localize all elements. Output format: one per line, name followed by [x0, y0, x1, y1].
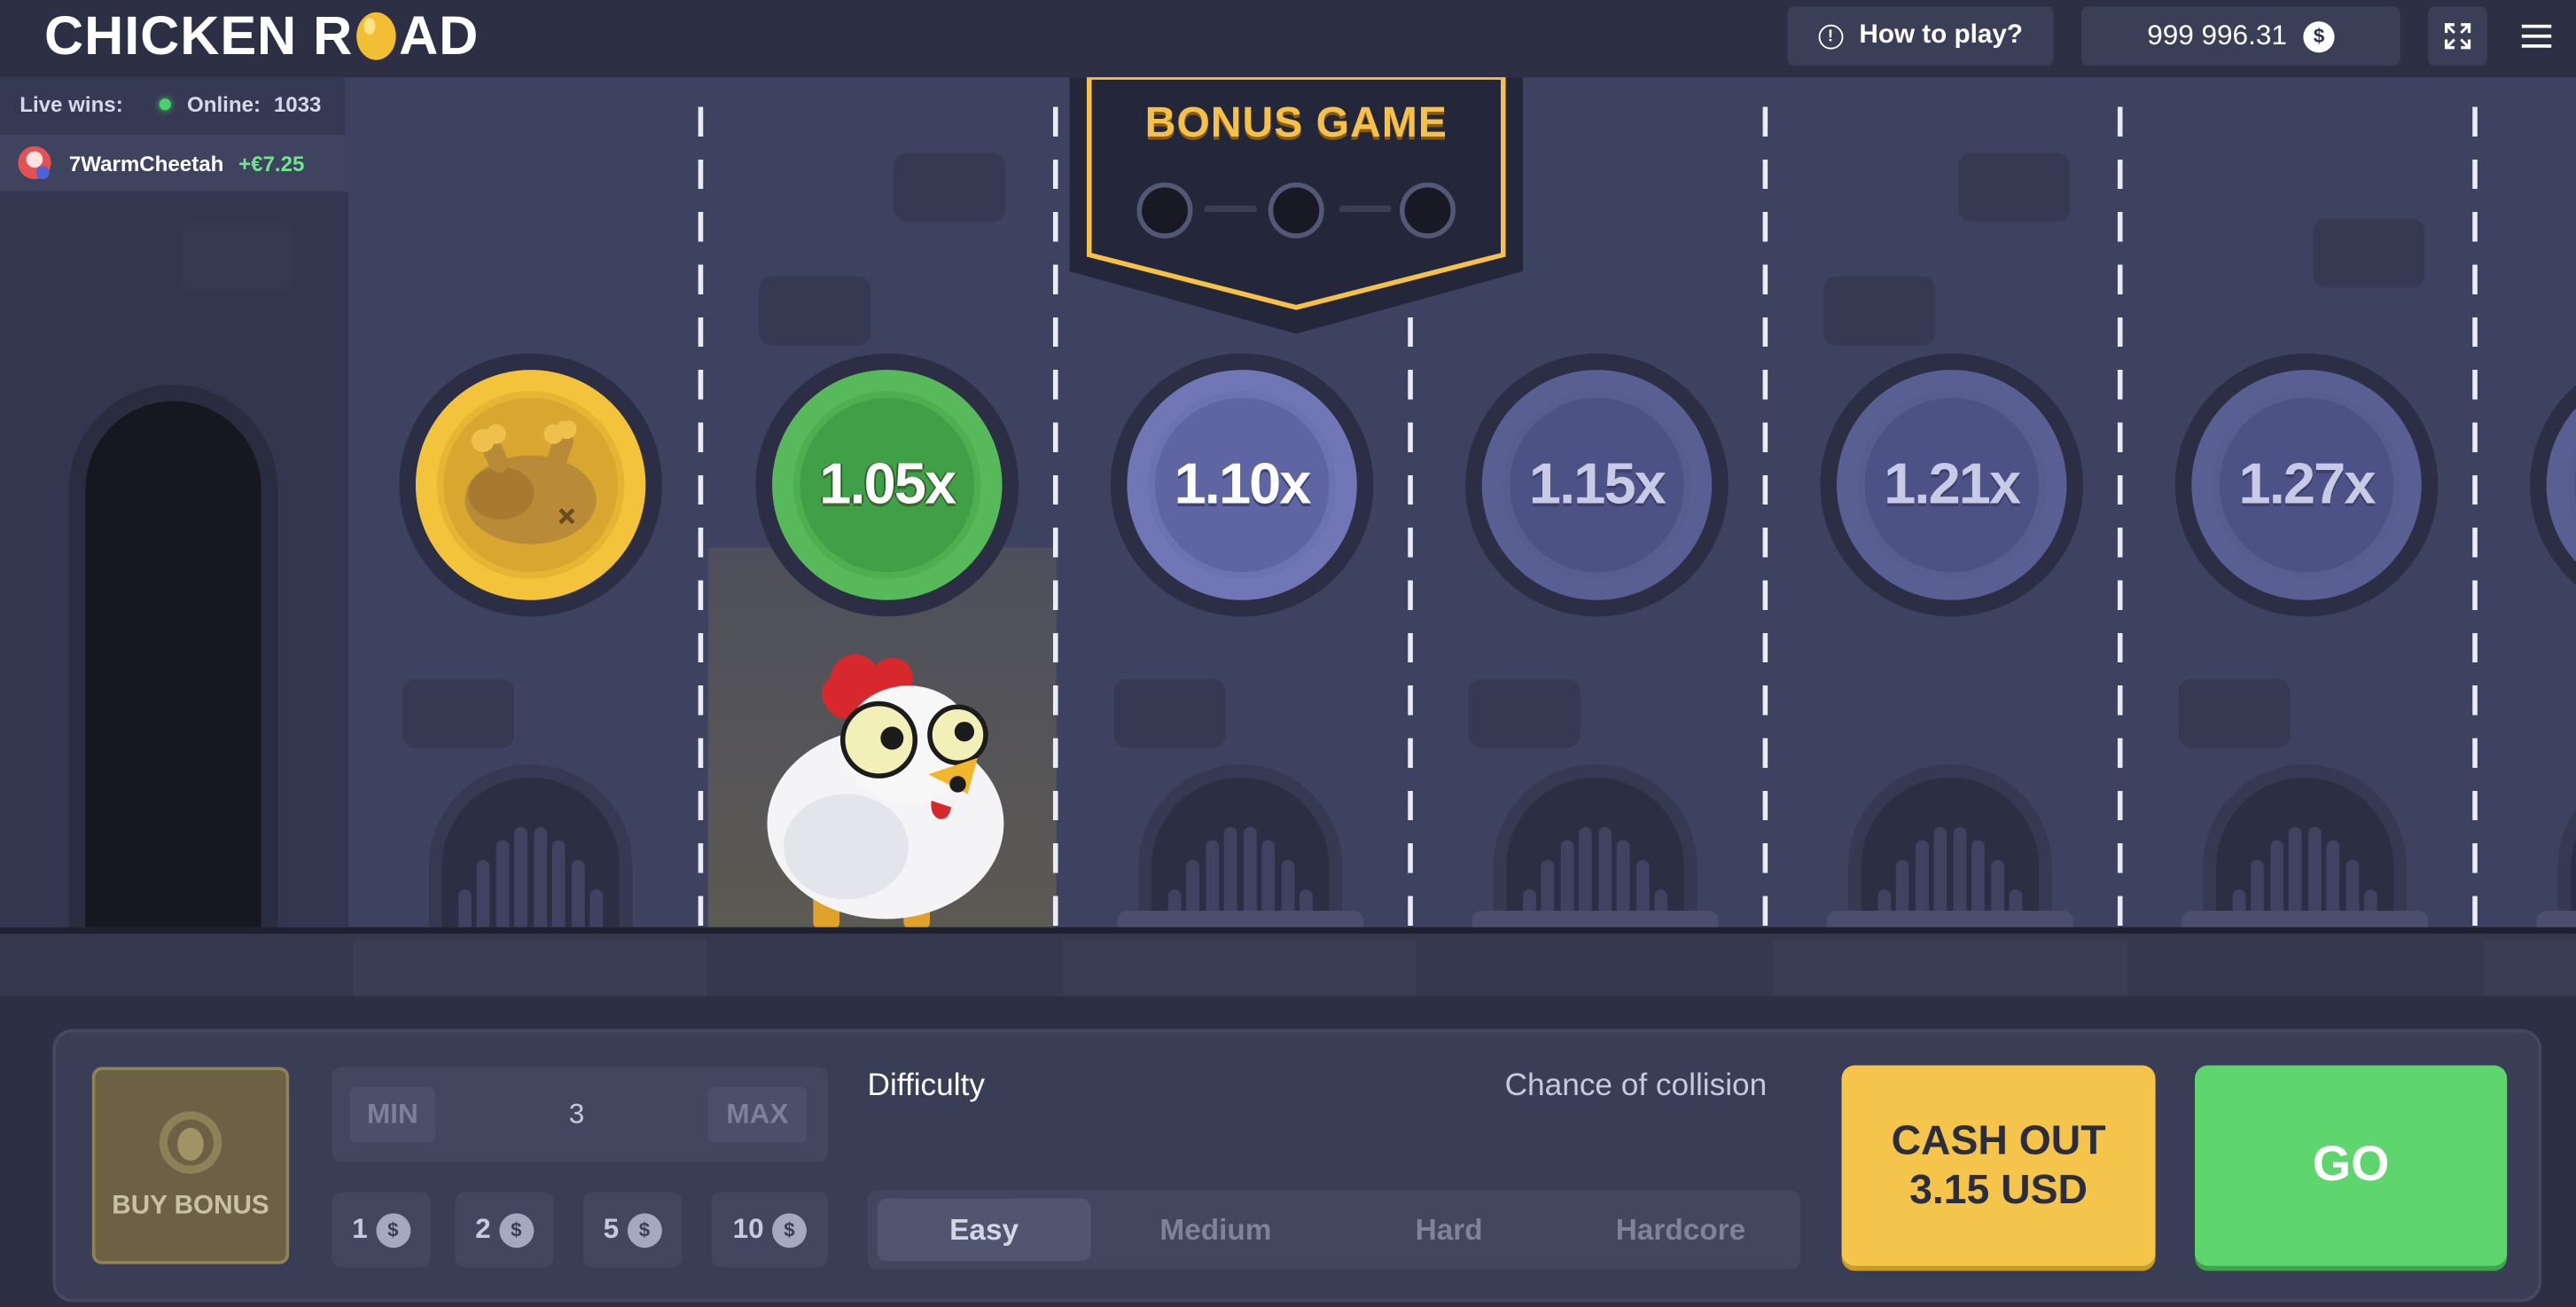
multiplier-coin: 1.21x [1820, 353, 2083, 617]
lane-divider [2117, 106, 2123, 933]
difficulty-title: Difficulty [867, 1068, 985, 1104]
collected-coin [399, 353, 662, 617]
lane-divider [1762, 106, 1768, 933]
sewer-drain [428, 764, 633, 946]
bet-amount-input[interactable]: 3 [447, 1087, 706, 1143]
lane-divider [698, 106, 704, 933]
logo-text-start: CHICKEN R [44, 4, 354, 67]
wall-brick [1958, 153, 2071, 223]
roast-chicken-icon [464, 420, 597, 544]
lane-divider [1052, 106, 1058, 933]
quick-bet-2-button[interactable]: 2 $ [455, 1192, 554, 1268]
multiplier-coin-next[interactable]: 1.10x [1110, 353, 1374, 617]
bonus-coin-icon [159, 1111, 222, 1174]
dollar-coin-icon: $ [498, 1212, 534, 1248]
menu-button[interactable] [2510, 10, 2563, 62]
live-win-item: 7WarmCheetah +€7.25 [0, 135, 346, 192]
buy-bonus-button[interactable]: BUY BONUS [91, 1067, 290, 1264]
wall-brick [1468, 678, 1581, 748]
expand-icon [2444, 23, 2471, 50]
multiplier-value: 1.27x [2238, 451, 2377, 517]
multiplier-coin: 1.15x [1465, 353, 1729, 617]
bet-controls: BUY BONUS MIN 3 MAX 1 $ 2 $ 5 $ 10 $ Dif… [52, 1029, 2542, 1303]
difficulty-hard-tab[interactable]: Hard [1342, 1199, 1556, 1261]
quick-bet-1-button[interactable]: 1 $ [332, 1192, 431, 1268]
cash-out-label: CASH OUT [1891, 1117, 2106, 1164]
min-bet-button[interactable]: MIN [349, 1086, 436, 1143]
difficulty-easy-tab[interactable]: Easy [877, 1198, 1091, 1262]
wall-brick [402, 678, 515, 748]
quick-bet-value: 5 [603, 1213, 620, 1245]
bonus-slot [1268, 182, 1324, 239]
multiplier-value: 1.10x [1174, 451, 1312, 517]
live-wins-label: Live wins: [20, 90, 123, 116]
avatar [18, 146, 51, 180]
collision-chance-title: Chance of collision [1504, 1068, 1768, 1104]
wall-brick [759, 276, 871, 346]
live-stats-row: Live wins: Online: 1033 [0, 77, 345, 129]
bonus-game-title: BONUS GAME [1144, 97, 1448, 147]
bet-amount-stepper: MIN 3 MAX [332, 1067, 829, 1162]
balance-value: 999 996.31 [2147, 20, 2287, 51]
bonus-slot [1400, 182, 1456, 239]
dollar-coin-icon: $ [2303, 20, 2335, 52]
dollar-coin-icon: $ [771, 1212, 807, 1248]
online-status-dot [159, 98, 171, 110]
win-amount: +€7.25 [238, 150, 305, 176]
quick-bet-value: 2 [475, 1213, 491, 1245]
cash-out-amount: 3.15 USD [1909, 1167, 2088, 1214]
difficulty-medium-tab[interactable]: Medium [1109, 1199, 1323, 1261]
multiplier-value: 1.15x [1528, 451, 1667, 517]
quick-bet-5-button[interactable]: 5 $ [582, 1192, 683, 1268]
how-to-play-label: How to play? [1859, 21, 2023, 50]
bonus-game-banner: BONUS GAME [1069, 74, 1524, 337]
quick-bet-10-button[interactable]: 10 $ [711, 1192, 829, 1268]
difficulty-selector: Easy Medium Hard Hardcore [867, 1190, 1801, 1270]
top-bar: CHICKEN R AD ! How to play? 999 996.31 $ [0, 0, 2576, 78]
wall-brick [1113, 678, 1226, 748]
multiplier-coin: 1.27x [2174, 353, 2439, 617]
online-count: 1033 [273, 90, 322, 116]
live-wins-panel: Live wins: Online: 1033 7WarmCheetah +€7… [0, 77, 346, 192]
start-doorway [68, 384, 278, 944]
multiplier-coin-partial [2530, 353, 2576, 617]
how-to-play-button[interactable]: ! How to play? [1787, 6, 2054, 67]
road-floor [0, 927, 2576, 997]
game-logo: CHICKEN R AD [44, 4, 479, 69]
go-button[interactable]: GO [2195, 1065, 2508, 1266]
online-label: Online: [187, 90, 262, 116]
max-bet-button[interactable]: MAX [707, 1086, 807, 1143]
game-board: BONUS GAME 1.05x 1.10x 1.15x 1.21x 1.27x [0, 74, 2576, 946]
quick-bet-value: 10 [732, 1213, 764, 1245]
dollar-coin-icon: $ [627, 1212, 662, 1248]
multiplier-value: 1.05x [819, 451, 956, 517]
multiplier-coin-current: 1.05x [755, 353, 1019, 617]
quick-bet-value: 1 [352, 1213, 368, 1245]
dollar-coin-icon: $ [375, 1212, 410, 1248]
bonus-slot [1136, 182, 1193, 239]
hamburger-menu-icon [2521, 24, 2552, 48]
info-icon: ! [1818, 23, 1843, 49]
difficulty-hardcore-tab[interactable]: Hardcore [1573, 1199, 1787, 1261]
lane-divider [2472, 106, 2478, 933]
wall-brick [180, 222, 293, 292]
multiplier-value: 1.21x [1884, 451, 2021, 517]
cash-out-button[interactable]: CASH OUT 3.15 USD [1841, 1065, 2156, 1266]
wall-brick [2178, 678, 2291, 748]
winner-name: 7WarmCheetah [68, 150, 224, 176]
fullscreen-button[interactable] [2428, 6, 2487, 67]
logo-text-end: AD [399, 4, 480, 67]
wall-brick [2313, 218, 2425, 288]
chicken-character [767, 654, 1004, 929]
golden-egg-icon [355, 12, 396, 60]
wall-brick [1823, 276, 1936, 346]
wall-brick [894, 153, 1006, 223]
balance-display: 999 996.31 $ [2081, 6, 2400, 67]
buy-bonus-label: BUY BONUS [112, 1192, 269, 1220]
